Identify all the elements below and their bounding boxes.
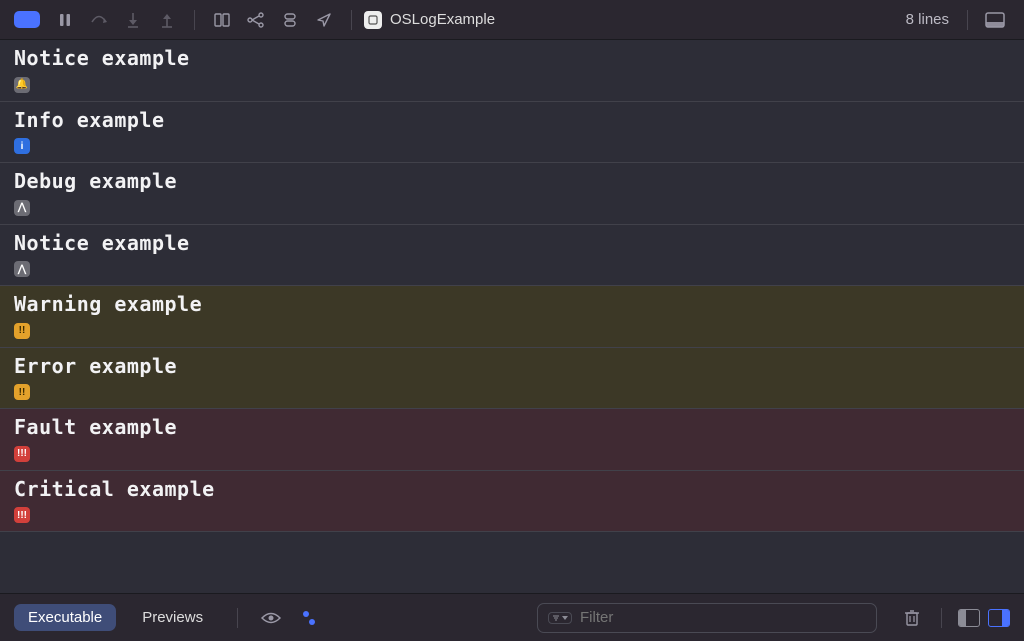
- panel-layout-button[interactable]: [980, 5, 1010, 35]
- log-level-warning-icon: !!: [14, 323, 30, 339]
- log-row[interactable]: Notice example 🔔: [0, 40, 1024, 102]
- location-button[interactable]: [309, 5, 339, 35]
- right-panel-toggle[interactable]: [988, 609, 1010, 627]
- metadata-toggle[interactable]: [296, 605, 322, 631]
- log-message: Fault example: [14, 415, 1010, 439]
- step-out-button[interactable]: [152, 5, 182, 35]
- toolbar-separator: [941, 608, 942, 628]
- filter-input[interactable]: [580, 609, 866, 626]
- toolbar-separator: [967, 10, 968, 30]
- log-message: Debug example: [14, 169, 1010, 193]
- log-list: Notice example 🔔 Info example i Debug exampl…: [0, 40, 1024, 593]
- log-level-debug-icon: ⋀: [14, 261, 30, 277]
- tab-executable[interactable]: Executable: [14, 604, 116, 631]
- filter-scope-chip[interactable]: [548, 612, 572, 624]
- log-level-critical-icon: !!!: [14, 507, 30, 523]
- graph-button[interactable]: [241, 5, 271, 35]
- visibility-toggle[interactable]: [258, 605, 284, 631]
- toolbar-separator: [194, 10, 195, 30]
- tab-previews[interactable]: Previews: [128, 604, 217, 631]
- log-row[interactable]: Fault example!!!: [0, 409, 1024, 471]
- log-row[interactable]: Warning example!!: [0, 286, 1024, 348]
- clear-console-button[interactable]: [899, 605, 925, 631]
- log-message: Notice example: [14, 231, 1010, 255]
- log-row[interactable]: Critical example!!!: [0, 471, 1024, 533]
- log-level-error-icon: !!: [14, 384, 30, 400]
- toolbar-separator: [237, 608, 238, 628]
- run-indicator[interactable]: [14, 11, 40, 28]
- process-name: OSLogExample: [390, 11, 495, 28]
- memory-graph-button[interactable]: [207, 5, 237, 35]
- log-message: Error example: [14, 354, 1010, 378]
- left-panel-toggle[interactable]: [958, 609, 980, 627]
- app-icon: [364, 11, 382, 29]
- log-level-notice-icon: 🔔: [14, 77, 30, 93]
- log-level-debug-icon: ⋀: [14, 200, 30, 216]
- log-message: Warning example: [14, 292, 1010, 316]
- bottom-toolbar: Executable Previews: [0, 593, 1024, 641]
- filter-field[interactable]: [537, 603, 877, 633]
- step-into-button[interactable]: [118, 5, 148, 35]
- log-row[interactable]: Info example i: [0, 102, 1024, 164]
- top-toolbar: OSLogExample 8 lines: [0, 0, 1024, 40]
- log-level-fault-icon: !!!: [14, 446, 30, 462]
- log-message: Info example: [14, 108, 1010, 132]
- log-row[interactable]: Error example!!: [0, 348, 1024, 410]
- log-message: Notice example: [14, 46, 1010, 70]
- pause-button[interactable]: [50, 5, 80, 35]
- toolbar-separator: [351, 10, 352, 30]
- step-over-button[interactable]: [84, 5, 114, 35]
- line-count: 8 lines: [906, 11, 949, 28]
- log-level-info-icon: i: [14, 138, 30, 154]
- settings-button[interactable]: [275, 5, 305, 35]
- log-row[interactable]: Debug example ⋀: [0, 163, 1024, 225]
- log-message: Critical example: [14, 477, 1010, 501]
- log-row[interactable]: Notice example ⋀: [0, 225, 1024, 287]
- process-selector[interactable]: OSLogExample: [364, 11, 495, 29]
